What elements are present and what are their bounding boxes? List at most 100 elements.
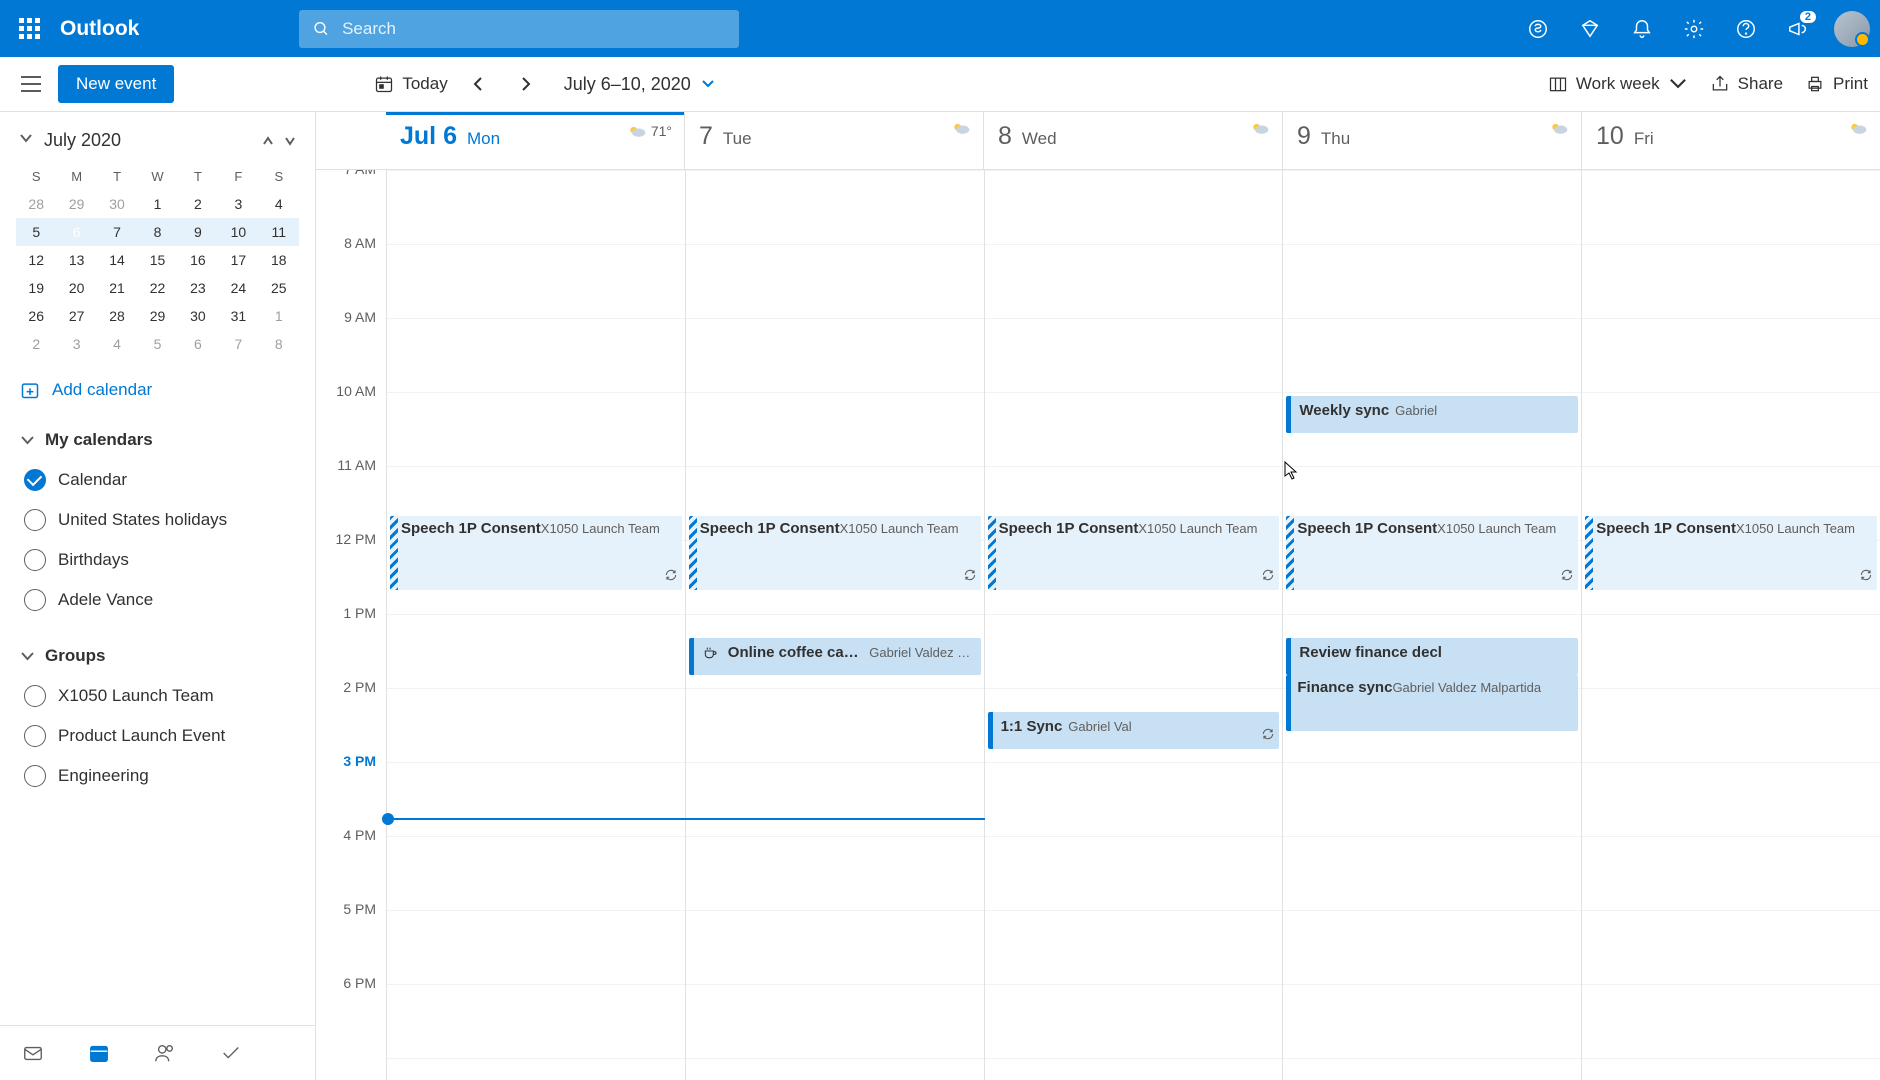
mini-cal-day[interactable]: 2: [178, 190, 218, 218]
gear-icon[interactable]: [1672, 7, 1716, 51]
mini-cal-collapse[interactable]: [18, 130, 34, 151]
mini-cal-day[interactable]: 3: [56, 330, 96, 358]
calendar-event[interactable]: Review finance decl: [1286, 638, 1578, 675]
calendar-checkbox[interactable]: [24, 685, 46, 707]
mini-cal-day[interactable]: 7: [97, 218, 137, 246]
day-header[interactable]: 9Thu: [1282, 112, 1581, 169]
mini-cal-day[interactable]: 28: [97, 302, 137, 330]
calendar-item[interactable]: Engineering: [20, 756, 295, 796]
people-nav-icon[interactable]: [148, 1036, 182, 1070]
prev-week-button[interactable]: [460, 66, 496, 102]
new-event-button[interactable]: New event: [58, 65, 174, 103]
calendar-event[interactable]: Online coffee catch-up Gabriel Valdez Ma…: [689, 638, 981, 675]
calendar-item[interactable]: Calendar: [20, 460, 295, 500]
print-button[interactable]: Print: [1805, 74, 1868, 94]
bell-icon[interactable]: [1620, 7, 1664, 51]
mini-cal-day[interactable]: 24: [218, 274, 258, 302]
mini-cal-day[interactable]: 5: [137, 330, 177, 358]
mini-cal-day[interactable]: 28: [16, 190, 56, 218]
calendar-nav-icon[interactable]: [82, 1036, 116, 1070]
calendar-event[interactable]: Speech 1P ConsentX1050 Launch Team: [1286, 516, 1578, 590]
day-header[interactable]: 7Tue: [684, 112, 983, 169]
calendar-checkbox[interactable]: [24, 765, 46, 787]
day-header[interactable]: 8Wed: [983, 112, 1282, 169]
mini-cal-day[interactable]: 1: [137, 190, 177, 218]
mini-cal-day[interactable]: 6: [178, 330, 218, 358]
mini-cal-day[interactable]: 20: [56, 274, 96, 302]
mini-cal-day[interactable]: 22: [137, 274, 177, 302]
day-column[interactable]: Speech 1P ConsentX1050 Launch Team: [1581, 170, 1880, 1080]
mini-cal-day[interactable]: 26: [16, 302, 56, 330]
calendar-body[interactable]: 7 AM8 AM9 AM10 AM11 AM12 PM1 PM2 PM3 PM4…: [316, 170, 1880, 1080]
calendar-event[interactable]: Weekly sync Gabriel: [1286, 396, 1578, 433]
calendar-checkbox[interactable]: [24, 725, 46, 747]
calendar-item[interactable]: Product Launch Event: [20, 716, 295, 756]
todo-nav-icon[interactable]: [214, 1036, 248, 1070]
calendar-item[interactable]: United States holidays: [20, 500, 295, 540]
day-column[interactable]: Speech 1P ConsentX1050 Launch Team: [386, 170, 685, 1080]
calendar-event[interactable]: Speech 1P ConsentX1050 Launch Team: [988, 516, 1280, 590]
calendar-item[interactable]: X1050 Launch Team: [20, 676, 295, 716]
day-header[interactable]: 10Fri: [1581, 112, 1880, 169]
calendar-event[interactable]: Speech 1P ConsentX1050 Launch Team: [689, 516, 981, 590]
mail-nav-icon[interactable]: [16, 1036, 50, 1070]
mini-cal-day[interactable]: 5: [16, 218, 56, 246]
groups-header[interactable]: Groups: [20, 636, 295, 676]
view-selector[interactable]: Work week: [1548, 74, 1688, 94]
mini-cal-day[interactable]: 18: [259, 246, 299, 274]
mini-cal-day[interactable]: 2: [16, 330, 56, 358]
mini-cal-day[interactable]: 12: [16, 246, 56, 274]
mini-cal-day[interactable]: 29: [137, 302, 177, 330]
mini-cal-day[interactable]: 30: [178, 302, 218, 330]
skype-icon[interactable]: [1516, 7, 1560, 51]
day-column[interactable]: Speech 1P ConsentX1050 Launch Team 1:1 Sy…: [984, 170, 1283, 1080]
help-icon[interactable]: [1724, 7, 1768, 51]
calendar-checkbox[interactable]: [24, 589, 46, 611]
avatar[interactable]: [1834, 11, 1870, 47]
my-calendars-header[interactable]: My calendars: [20, 420, 295, 460]
mini-cal-prev[interactable]: [261, 134, 275, 148]
calendar-checkbox[interactable]: [24, 549, 46, 571]
mini-cal-day[interactable]: 14: [97, 246, 137, 274]
next-week-button[interactable]: [508, 66, 544, 102]
diamond-icon[interactable]: [1568, 7, 1612, 51]
share-button[interactable]: Share: [1710, 74, 1783, 94]
mini-cal-day[interactable]: 23: [178, 274, 218, 302]
calendar-event[interactable]: Finance syncGabriel Valdez Malpartida: [1286, 675, 1578, 731]
calendar-checkbox[interactable]: [24, 509, 46, 531]
hamburger-icon[interactable]: [12, 65, 50, 103]
mini-cal-day[interactable]: 19: [16, 274, 56, 302]
day-column[interactable]: Speech 1P ConsentX1050 Launch Team Online…: [685, 170, 984, 1080]
mini-cal-day[interactable]: 21: [97, 274, 137, 302]
mini-cal-day[interactable]: 10: [218, 218, 258, 246]
mini-cal-day[interactable]: 11: [259, 218, 299, 246]
app-launcher-icon[interactable]: [10, 10, 48, 48]
add-calendar-button[interactable]: Add calendar: [0, 368, 315, 412]
mini-cal-day[interactable]: 4: [259, 190, 299, 218]
mini-cal-day[interactable]: 31: [218, 302, 258, 330]
calendar-event[interactable]: Speech 1P ConsentX1050 Launch Team: [1585, 516, 1877, 590]
mini-cal-day[interactable]: 15: [137, 246, 177, 274]
date-range-dropdown[interactable]: July 6–10, 2020: [564, 74, 715, 95]
mini-cal-day[interactable]: 8: [137, 218, 177, 246]
mini-cal-day[interactable]: 3: [218, 190, 258, 218]
search-box[interactable]: [299, 10, 739, 48]
calendar-item[interactable]: Birthdays: [20, 540, 295, 580]
mini-cal-day[interactable]: 1: [259, 302, 299, 330]
mini-cal-day[interactable]: 30: [97, 190, 137, 218]
calendar-event[interactable]: 1:1 Sync Gabriel Val: [988, 712, 1280, 749]
mini-cal-day[interactable]: 27: [56, 302, 96, 330]
megaphone-icon[interactable]: 2: [1776, 7, 1820, 51]
mini-cal-day[interactable]: 25: [259, 274, 299, 302]
mini-cal-day[interactable]: 29: [56, 190, 96, 218]
mini-cal-day[interactable]: 16: [178, 246, 218, 274]
mini-cal-day[interactable]: 6: [56, 218, 96, 246]
mini-cal-day[interactable]: 8: [259, 330, 299, 358]
mini-cal-day[interactable]: 17: [218, 246, 258, 274]
day-header[interactable]: Jul 6Mon71°: [386, 112, 684, 169]
mini-cal-day[interactable]: 4: [97, 330, 137, 358]
mini-cal-day[interactable]: 7: [218, 330, 258, 358]
mini-cal-day[interactable]: 9: [178, 218, 218, 246]
search-input[interactable]: [342, 19, 725, 39]
calendar-item[interactable]: Adele Vance: [20, 580, 295, 620]
